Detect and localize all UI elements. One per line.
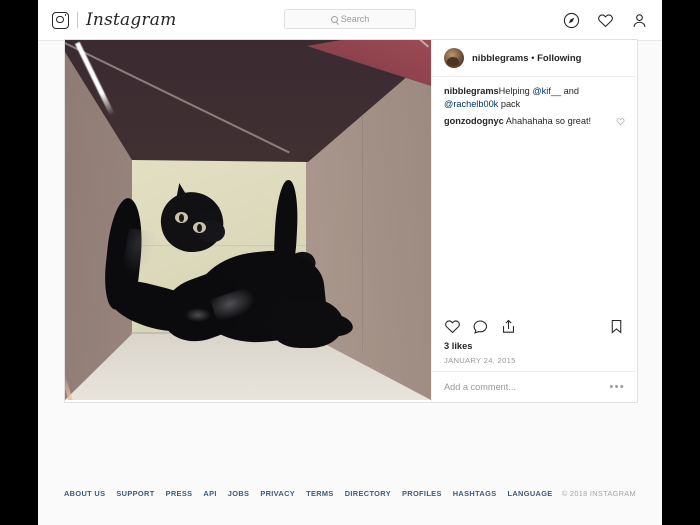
footer-link-privacy[interactable]: PRIVACY (260, 489, 295, 498)
footer-link-api[interactable]: API (203, 489, 216, 498)
caption-mention-2[interactable]: @rachelb00k (444, 99, 498, 109)
like-count[interactable]: 3 likes (432, 340, 637, 352)
search-placeholder: Search (340, 14, 370, 24)
copyright-text: © 2018 INSTAGRAM (561, 489, 636, 498)
avatar[interactable] (444, 48, 464, 68)
top-navbar: Instagram Search (38, 0, 662, 41)
caption-pre: Helping (498, 86, 533, 96)
caption-mention-1[interactable]: @kif__ (532, 86, 561, 96)
brand-divider (77, 12, 78, 28)
author-separator: • (531, 52, 535, 64)
comment-author[interactable]: gonzodognyc (444, 116, 504, 126)
post-header: nibblegrams • Following (432, 40, 637, 77)
comment-text: Ahahahaha so great! (505, 116, 592, 127)
footer-link-support[interactable]: SUPPORT (116, 489, 154, 498)
profile-person-icon[interactable] (631, 12, 648, 29)
brand-area[interactable]: Instagram (52, 0, 176, 40)
footer-link-directory[interactable]: DIRECTORY (345, 489, 391, 498)
instagram-wordmark[interactable]: Instagram (86, 10, 176, 30)
post-date: JANUARY 24, 2015 (444, 356, 516, 365)
post-actions (432, 312, 637, 340)
cat-eye-left (175, 212, 188, 223)
comment-bubble-icon[interactable] (472, 318, 489, 335)
post-card: nibblegrams • Following nibblegramsHelpi… (64, 39, 638, 403)
letterbox-left (0, 0, 38, 525)
nav-icons (563, 0, 648, 40)
footer-link-language[interactable]: LANGUAGE (507, 489, 552, 498)
footer-link-jobs[interactable]: JOBS (228, 489, 250, 498)
post-actions-left (444, 318, 517, 335)
activity-heart-icon[interactable] (597, 12, 614, 29)
comment-item: gonzodognyc Ahahahaha so great! (444, 115, 625, 128)
search-icon (330, 15, 338, 23)
comment-like-heart-icon[interactable] (616, 117, 625, 126)
post-sidebar: nibblegrams • Following nibblegramsHelpi… (431, 40, 637, 402)
footer-links: ABOUT US SUPPORT PRESS API JOBS PRIVACY … (64, 489, 553, 498)
search-input[interactable]: Search (284, 9, 416, 29)
cat-fur-highlight-2 (185, 308, 211, 322)
comments-list: nibblegramsHelping @kif__ and @rachelb00… (432, 77, 637, 312)
follow-status[interactable]: Following (537, 53, 581, 64)
post-caption: nibblegramsHelping @kif__ and @rachelb00… (444, 85, 625, 110)
page-footer: ABOUT US SUPPORT PRESS API JOBS PRIVACY … (38, 481, 662, 525)
post-photo[interactable] (65, 40, 431, 400)
like-heart-icon[interactable] (444, 318, 461, 335)
footer-link-press[interactable]: PRESS (166, 489, 193, 498)
footer-link-about-us[interactable]: ABOUT US (64, 489, 105, 498)
screenshot-viewport: Instagram Search nibblegrams • Following… (0, 0, 700, 525)
post-author-line: nibblegrams • Following (472, 53, 581, 64)
instagram-page: Instagram Search nibblegrams • Following… (38, 0, 662, 525)
footer-link-hashtags[interactable]: HASHTAGS (453, 489, 497, 498)
caption-mid: and (561, 86, 579, 96)
share-icon[interactable] (500, 318, 517, 335)
bookmark-icon[interactable] (608, 318, 625, 335)
letterbox-right (662, 0, 700, 525)
caption-author[interactable]: nibblegrams (444, 86, 499, 96)
footer-link-terms[interactable]: TERMS (306, 489, 334, 498)
footer-link-profiles[interactable]: PROFILES (402, 489, 442, 498)
add-comment-row[interactable]: Add a comment... ••• (432, 371, 637, 402)
more-options-button[interactable]: ••• (610, 381, 625, 393)
box-right-seam (362, 98, 363, 353)
explore-compass-icon[interactable] (563, 12, 580, 29)
add-comment-input[interactable]: Add a comment... (444, 382, 610, 392)
cat-eye-right (193, 222, 206, 233)
caption-post: pack (498, 98, 521, 109)
post-author-name[interactable]: nibblegrams (472, 53, 529, 64)
instagram-camera-icon[interactable] (52, 11, 69, 29)
